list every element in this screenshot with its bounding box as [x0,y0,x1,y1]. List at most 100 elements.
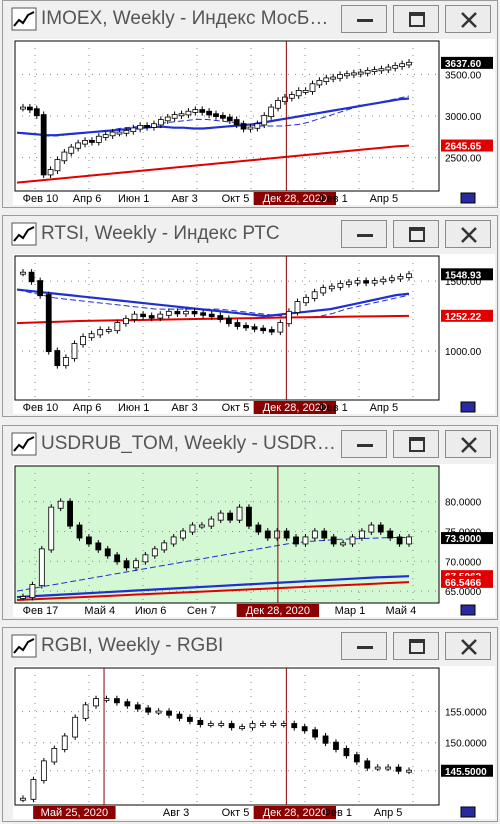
candle-body [155,710,162,714]
candle-body [54,350,61,367]
candle-body [191,310,198,315]
candle-body [219,115,226,119]
candle-body [145,707,152,713]
date-marker-label: Дек 28, 2020 [246,605,310,617]
candle-body [61,151,68,162]
candle-body [364,69,371,74]
candle-body [166,710,172,716]
chart-corner-icon [460,806,476,818]
date-axis-label: Июл 6 [135,605,167,617]
candle-body [311,291,318,299]
close-icon [461,227,477,243]
candle-body [197,719,204,725]
close-button[interactable] [445,220,491,248]
candle-body [236,506,243,521]
candle-body [109,131,116,137]
candle-body [133,560,139,569]
candle-body [157,313,164,319]
date-axis-label: Окт 5 [222,402,250,414]
candle-body [374,766,381,770]
date-axis-label: Окт 5 [222,193,250,205]
candle-body [268,329,275,333]
candle-body [328,285,335,290]
candle-body [227,512,234,521]
chart-window-rtsi: RTSI, Weekly - Индекс РТС 1500.00 1000.00… [2,215,498,417]
candle-body [151,548,158,557]
candle-body [171,114,178,119]
candle-body [151,123,157,128]
candle-body [174,310,181,315]
titlebar[interactable]: RGBI, Weekly - RGBI [3,628,497,664]
candle-body [123,130,130,134]
minimize-icon [357,234,373,237]
candle-body [270,723,277,726]
price-badge-label: 73.9000 [445,534,482,545]
candle-body [255,524,262,533]
minimize-button[interactable] [341,5,387,33]
price-tick-label: 2500.00 [445,154,482,165]
price-chart[interactable]: 1500.001000.00Фев 10 Апр 6 Июн 1 Авг 3 Окт 5… [13,254,495,414]
candle-body [275,100,281,109]
price-tick-label: 150.0000 [445,739,487,750]
candle-body [157,119,164,126]
candle-body [116,131,123,135]
date-axis-label: Май 4 [385,605,416,617]
candle-body [246,506,252,527]
minimize-icon [357,444,373,447]
candle-body [371,280,378,284]
titlebar[interactable]: IMOEX, Weekly - Индекс МосБиржи [3,1,497,37]
candle-body [114,322,121,332]
maximize-button[interactable] [393,5,439,33]
candle-body [28,271,35,283]
candle-body [343,748,350,757]
price-chart[interactable]: 155.0000 150.0000 145.5000 Май 25, 2020 Авг … [13,666,495,819]
candle-body [353,754,360,763]
price-chart[interactable]: 3500.00 3000.00 2500.00 Фев 10 Апр 6 Июн 1 Авг… [13,39,495,205]
minimize-button[interactable] [341,220,387,248]
candle-body [218,723,225,726]
close-button[interactable] [445,632,491,660]
candle-body [301,726,308,732]
candle-body [350,72,357,76]
titlebar[interactable]: USDRUB_TOM, Weekly - USDRUB_TOM [3,426,497,462]
minimize-button[interactable] [341,632,387,660]
candle-body [170,536,177,545]
candle-body [316,80,323,86]
candle-body [80,336,86,346]
candle-body [75,142,82,149]
maximize-button[interactable] [393,632,439,660]
candle-body [51,748,58,763]
candle-body [38,548,45,587]
price-tick-label: 80.0000 [445,498,482,509]
candle-body [377,524,384,533]
candle-body [286,310,292,325]
candle-body [142,554,149,563]
candle-body [103,698,110,701]
candle-body [180,530,186,539]
candle-body [61,735,68,750]
candle-body [312,729,319,738]
window-title: USDRUB_TOM, Weekly - USDRUB_TOM [41,433,337,454]
close-button[interactable] [445,430,491,458]
candle-body [95,135,102,143]
candle-body [47,169,54,176]
candle-body [104,548,111,557]
candle-body [82,704,89,719]
date-axis-label: Авг 3 [171,402,197,414]
candle-body [291,723,298,729]
maximize-button[interactable] [393,220,439,248]
candle-body [86,536,92,545]
candle-body [233,119,240,126]
price-chart[interactable]: 80.000075.000070.000065.0000Фев 17Май 4И… [13,464,495,617]
candle-body [76,524,83,539]
maximize-button[interactable] [393,430,439,458]
candle-body [95,542,102,551]
date-axis-label: Апр 6 [73,193,102,205]
titlebar[interactable]: RTSI, Weekly - Индекс РТС [3,216,497,252]
date-axis-label: Сен 7 [187,605,216,617]
close-button[interactable] [445,5,491,33]
candle-body [340,542,346,546]
minimize-button[interactable] [341,430,387,458]
candle-body [206,110,213,116]
date-marker-label: Май 25, 2020 [41,807,108,819]
